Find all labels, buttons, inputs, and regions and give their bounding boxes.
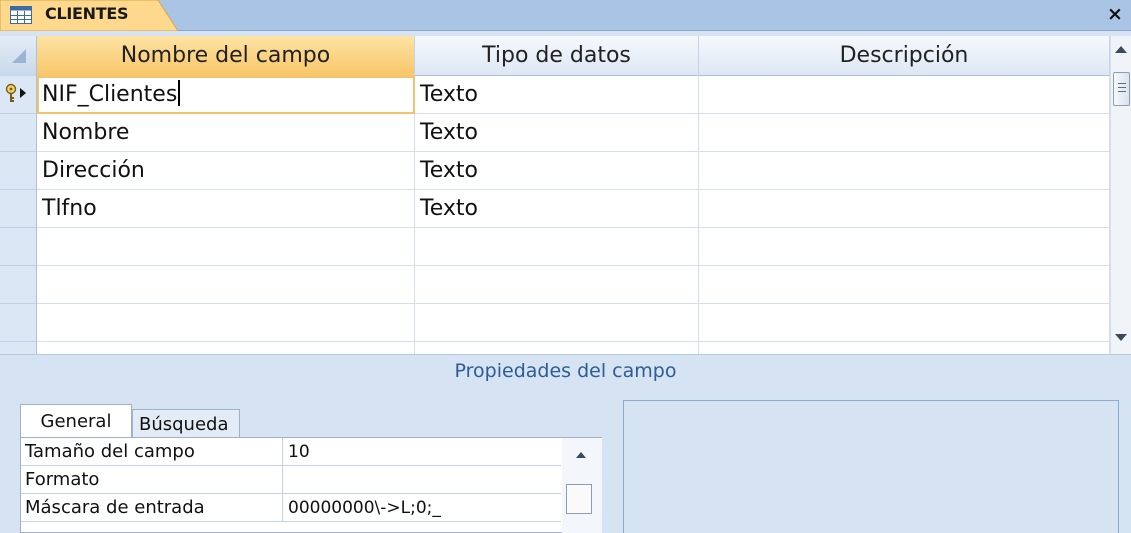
row-selector[interactable]: [0, 76, 37, 114]
document-title: CLIENTES: [45, 4, 129, 23]
field-name-cell[interactable]: Dirección: [37, 152, 415, 190]
general-properties-table: Tamaño del campo 10 Formato Máscara de e…: [20, 437, 602, 533]
property-row[interactable]: Tamaño del campo 10: [21, 438, 561, 466]
document-tab-bar: CLIENTES ×: [0, 0, 1131, 31]
scroll-down-arrow-icon[interactable]: [1115, 334, 1127, 341]
property-help-panel: [623, 400, 1119, 533]
description-cell[interactable]: [699, 152, 1110, 190]
data-type-cell[interactable]: [415, 228, 699, 266]
field-grid: Nombre del campo Tipo de datos Descripci…: [0, 36, 1131, 354]
field-name-cell[interactable]: Tlfno: [37, 190, 415, 228]
tab-busqueda[interactable]: Búsqueda: [132, 409, 240, 438]
primary-key-icon: [5, 83, 26, 102]
corner-triangle-icon: [12, 49, 26, 63]
row-selector[interactable]: [0, 342, 37, 354]
field-row[interactable]: [0, 342, 1110, 354]
field-row[interactable]: Dirección Texto: [0, 152, 1110, 190]
text-caret: [178, 80, 181, 106]
data-type-cell[interactable]: Texto: [415, 190, 699, 228]
row-selector[interactable]: [0, 190, 37, 228]
column-header-description[interactable]: Descripción: [699, 36, 1110, 76]
grip-line: [1118, 87, 1126, 88]
scroll-thumb[interactable]: [1113, 72, 1130, 106]
property-value[interactable]: 00000000\->L;0;_: [284, 494, 561, 522]
description-cell[interactable]: [699, 76, 1110, 114]
property-name: Máscara de entrada: [21, 494, 283, 522]
field-row[interactable]: NIF_Clientes Texto: [0, 76, 1110, 114]
property-value[interactable]: 10: [284, 438, 561, 466]
scroll-up-arrow-icon[interactable]: [1115, 46, 1127, 53]
field-row[interactable]: [0, 304, 1110, 342]
field-name-cell[interactable]: [37, 266, 415, 304]
scroll-up-arrow-icon[interactable]: [576, 452, 586, 458]
description-cell[interactable]: [699, 304, 1110, 342]
select-all-corner[interactable]: [0, 36, 37, 76]
row-selector[interactable]: [0, 266, 37, 304]
close-icon[interactable]: ×: [1105, 3, 1125, 25]
data-type-cell[interactable]: Texto: [415, 76, 699, 114]
field-name-text: NIF_Clientes: [42, 82, 178, 107]
table-icon: [10, 6, 32, 24]
data-type-cell[interactable]: Texto: [415, 114, 699, 152]
tab-general[interactable]: General: [20, 404, 132, 438]
document-tab[interactable]: CLIENTES: [0, 0, 178, 31]
properties-scrollbar[interactable]: [562, 438, 602, 533]
field-name-cell[interactable]: [37, 304, 415, 342]
property-row[interactable]: Máscara de entrada 00000000\->L;0;_: [21, 494, 561, 522]
field-name-cell[interactable]: [37, 342, 415, 354]
description-cell[interactable]: [699, 228, 1110, 266]
scroll-thumb[interactable]: [566, 484, 592, 514]
grip-line: [1118, 83, 1126, 84]
field-properties-header: Propiedades del campo: [0, 354, 1131, 386]
field-row[interactable]: Nombre Texto: [0, 114, 1110, 152]
property-name: Tamaño del campo: [21, 438, 283, 466]
field-name-cell[interactable]: [37, 228, 415, 266]
property-row[interactable]: Formato: [21, 466, 561, 494]
data-type-cell[interactable]: [415, 304, 699, 342]
data-type-cell[interactable]: [415, 266, 699, 304]
description-cell[interactable]: [699, 342, 1110, 354]
description-cell[interactable]: [699, 266, 1110, 304]
row-selector[interactable]: [0, 114, 37, 152]
field-row[interactable]: [0, 228, 1110, 266]
grip-line: [1118, 91, 1126, 92]
row-selector[interactable]: [0, 304, 37, 342]
grid-vertical-scrollbar[interactable]: [1110, 36, 1131, 354]
column-header-data-type[interactable]: Tipo de datos: [415, 36, 699, 76]
field-row[interactable]: Tlfno Texto: [0, 190, 1110, 228]
column-header-field-name[interactable]: Nombre del campo: [37, 36, 415, 76]
row-selector[interactable]: [0, 152, 37, 190]
data-type-cell[interactable]: Texto: [415, 152, 699, 190]
description-cell[interactable]: [699, 114, 1110, 152]
grid-header: Nombre del campo Tipo de datos Descripci…: [0, 36, 1131, 76]
row-selector[interactable]: [0, 228, 37, 266]
data-type-cell[interactable]: [415, 342, 699, 354]
field-row[interactable]: [0, 266, 1110, 304]
field-name-cell[interactable]: Nombre: [37, 114, 415, 152]
property-name: Formato: [21, 466, 283, 494]
description-cell[interactable]: [699, 190, 1110, 228]
property-value[interactable]: [284, 466, 561, 494]
field-name-cell[interactable]: NIF_Clientes: [37, 76, 415, 114]
